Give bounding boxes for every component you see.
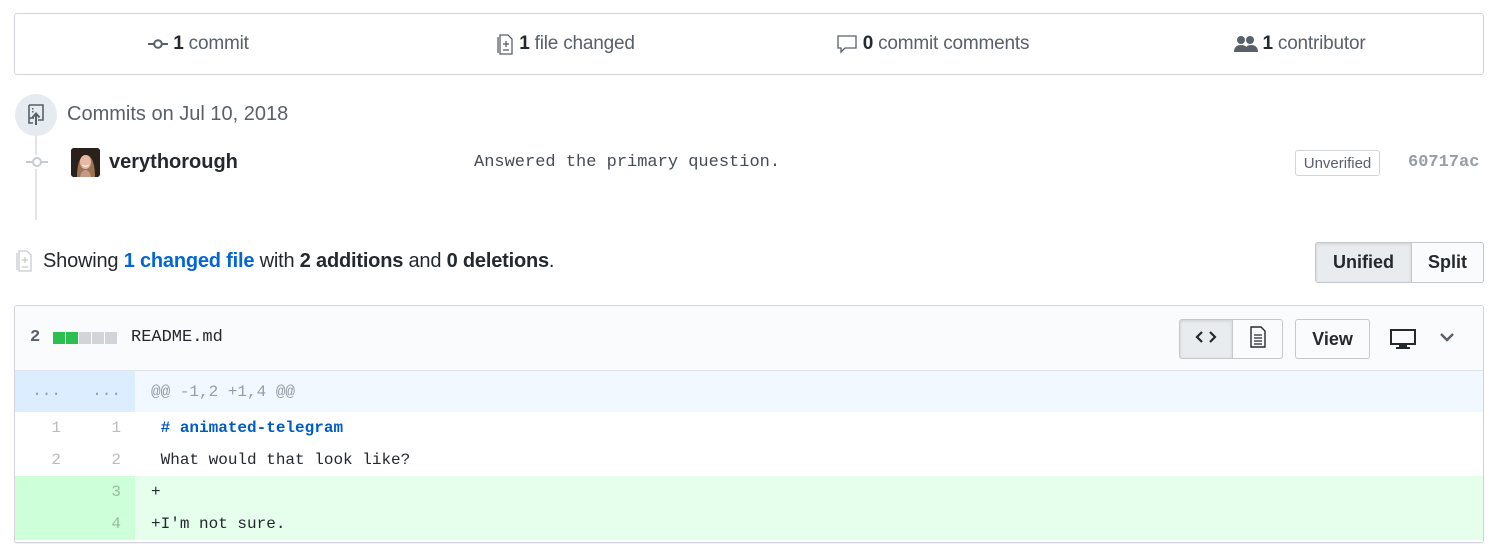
diffstat-blocks [53,332,117,344]
view-file-button[interactable]: View [1295,319,1370,359]
display-source-button[interactable] [1179,319,1233,359]
summary-comments[interactable]: 0 commit comments [749,33,1116,55]
files-label: file changed [534,33,635,54]
diffstat-block-added [53,332,65,344]
diff-line-context: 22 What would that look like? [15,444,1483,476]
author-avatar[interactable] [71,148,100,177]
line-prefix [151,451,161,469]
summary-contributors[interactable]: 1 contributor [1116,33,1483,55]
line-text: # animated-telegram [160,419,344,437]
diffstat-block-added [66,332,78,344]
diff-line-addition: 3 + [15,476,1483,508]
summary-commits[interactable]: 1 commit [15,33,382,55]
timeline-line [35,130,37,220]
file-name[interactable]: README.md [131,328,223,347]
file-text-icon [1249,325,1267,353]
commit-sha[interactable]: 60717ac [1408,153,1479,172]
line-text: I'm not sure. [160,515,286,533]
hunk-header-row: ... ... @@ -1,2 +1,4 @@ [15,371,1483,412]
new-line-number[interactable]: 1 [75,412,135,444]
commit-dot-icon [26,155,48,169]
file-header: 2 README.md View [15,306,1483,371]
line-text: What would that look like? [160,451,411,469]
code-line: +I'm not sure. [135,508,1483,540]
hunk-header: @@ -1,2 +1,4 @@ [151,382,296,401]
line-prefix [151,419,161,437]
code-icon [1195,330,1217,349]
new-line-number[interactable]: 2 [75,444,135,476]
commits-date-heading: Commits on Jul 10, 2018 [67,103,289,125]
code-line: + [135,476,1483,508]
showing-with: with [259,250,295,272]
old-line-number[interactable]: 2 [15,444,75,476]
summary-files-changed[interactable]: 1 file changed [382,33,749,55]
diff-line-addition: 4 +I'm not sure. [15,508,1483,540]
diff-view-toggle: Unified Split [1315,242,1484,283]
desktop-icon[interactable] [1389,328,1417,355]
files-count: 1 [519,33,530,54]
diff-summary-text: Showing 1 changed file with 2 additions … [43,250,554,273]
git-commit-icon [148,38,169,50]
code-line: # animated-telegram [135,412,1483,444]
diffstat-count: 2 [30,328,41,347]
display-toggle [1179,319,1283,359]
comments-label: commit comments [878,33,1030,54]
old-line-number[interactable]: 1 [15,412,75,444]
commits-label: commit [188,33,249,54]
new-line-number[interactable]: 3 [75,476,135,508]
comments-count: 0 [862,33,874,54]
commit-author[interactable]: verythorough [109,151,238,174]
line-prefix: + [151,515,161,533]
repo-push-icon [15,94,57,136]
file-diff-icon [496,33,514,55]
line-prefix: + [151,483,161,501]
numbers-summary: 1 commit 1 file changed 0 commit comment… [14,13,1484,75]
split-button[interactable]: Split [1412,242,1484,283]
contributors-label: contributor [1277,33,1366,54]
additions-count: 2 additions [299,250,404,272]
diffstat-block-neutral [79,332,91,344]
diffstat-block-neutral [105,332,117,344]
showing-and: and [408,250,442,272]
people-icon [1233,35,1258,53]
deletions-count: 0 deletions [446,250,549,272]
commit-message[interactable]: Answered the primary question. [474,153,780,172]
diff-line-context: 11 # animated-telegram [15,412,1483,444]
file-diff-icon [14,249,34,278]
chevron-down-icon[interactable] [1439,330,1455,348]
diff-table: ... ... @@ -1,2 +1,4 @@ 11 # animated-te… [15,371,1483,540]
new-line-number[interactable]: 4 [75,508,135,540]
code-line: What would that look like? [135,444,1483,476]
display-rich-diff-button[interactable] [1233,319,1283,359]
expand-up-old[interactable]: ... [15,371,75,412]
file-diff: 2 README.md View ... ... @@ -1,2 +1,4 @@… [14,305,1484,543]
changed-files-link[interactable]: 1 changed file [124,250,255,272]
contributors-count: 1 [1262,33,1274,54]
showing-suffix: . [548,250,555,272]
expand-up-new[interactable]: ... [75,371,135,412]
old-line-number[interactable] [15,508,75,540]
verification-badge[interactable]: Unverified [1295,150,1380,176]
showing-prefix: Showing [43,250,119,272]
old-line-number[interactable] [15,476,75,508]
commits-count: 1 [173,33,184,54]
comment-icon [836,34,858,54]
diffstat-block-neutral [92,332,104,344]
unified-button[interactable]: Unified [1315,242,1412,283]
